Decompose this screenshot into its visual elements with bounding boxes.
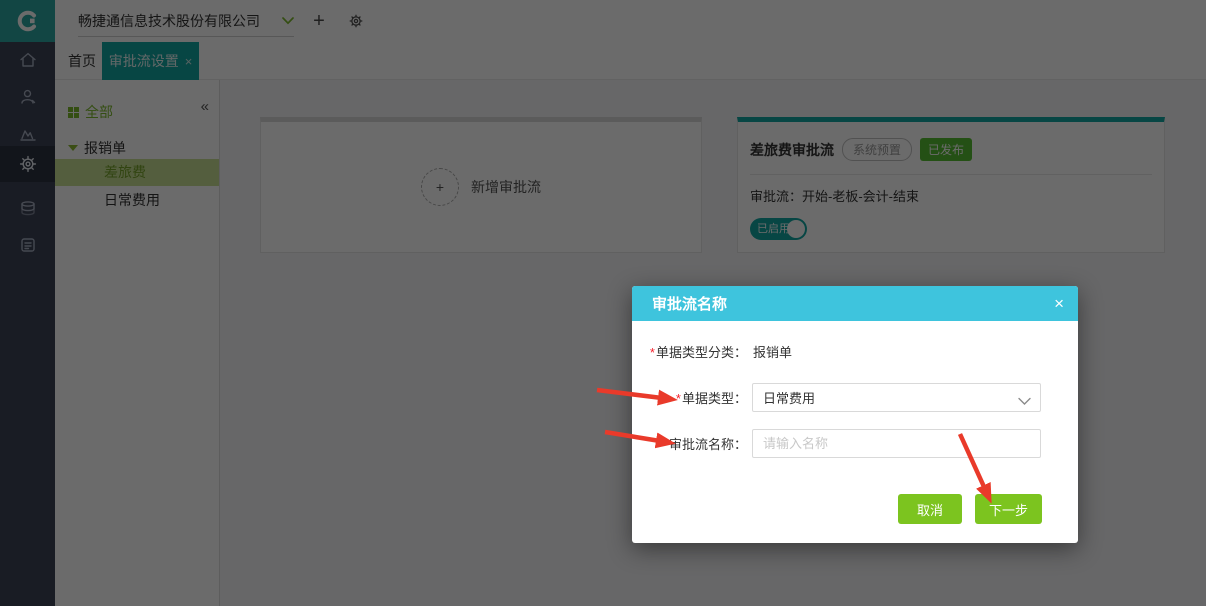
flow-name-field-wrap [752,428,1041,458]
next-step-button[interactable]: 下一步 [974,494,1042,524]
modal-header: 审批流名称 × [632,286,1078,321]
category-label: *单据类型分类： [649,344,747,360]
doc-type-selected-value: 日常费用 [763,390,816,406]
category-value: 报销单 [753,344,793,360]
flow-name-label: *审批流名称： [662,436,747,452]
modal-title: 审批流名称 [652,296,728,313]
doc-type-row: *单据类型： 日常费用 [632,382,1058,412]
modal-button-row: 取消 下一步 [897,494,1042,524]
cancel-button[interactable]: 取消 [897,494,962,524]
app-root: 畅捷通信息技术股份有限公司 + 首页 审批流设置 × [0,0,1206,606]
flow-name-row: *审批流名称： [632,428,1058,458]
category-row: *单据类型分类： 报销单 [632,341,1058,361]
approval-flow-name-modal: 审批流名称 × *单据类型分类： 报销单 *单据类型： 日常费用 *审批流名称：… [632,286,1078,543]
select-chevron-down-icon [1018,393,1031,411]
required-mark: * [662,436,668,452]
required-mark: * [675,390,681,406]
doc-type-select[interactable]: 日常费用 [752,382,1041,412]
required-mark: * [649,344,655,360]
doc-type-label: *单据类型： [675,390,747,406]
flow-name-input[interactable] [753,429,1040,457]
modal-close-icon[interactable]: × [1054,286,1064,321]
